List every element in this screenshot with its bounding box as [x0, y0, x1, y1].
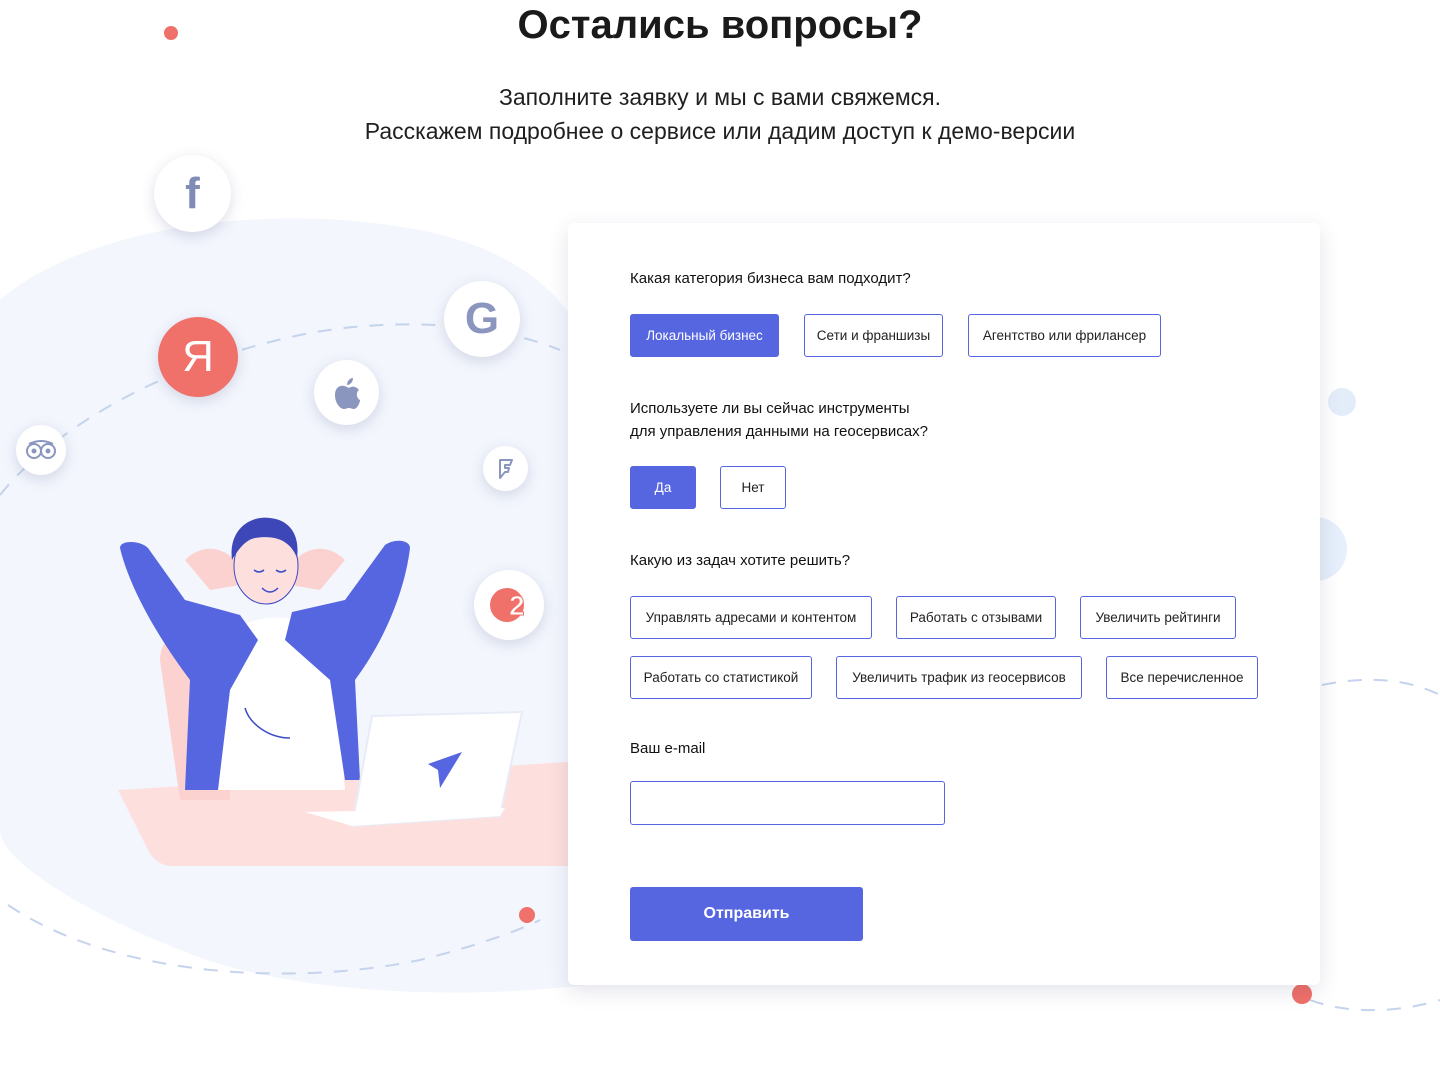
yandex-glyph: Я: [182, 332, 214, 381]
option-chains-franchises[interactable]: Сети и франшизы: [804, 314, 943, 357]
option-increase-geo-traffic[interactable]: Увеличить трафик из геосервисов: [836, 656, 1082, 699]
facebook-icon: f: [154, 155, 231, 232]
svg-text:2: 2: [509, 590, 525, 621]
google-glyph: G: [464, 294, 500, 343]
decor-circle-right-small: [1328, 388, 1356, 416]
option-increase-ratings[interactable]: Увеличить рейтинги: [1080, 596, 1236, 639]
foursquare-icon: [483, 446, 528, 491]
option-all-of-the-above[interactable]: Все перечисленное: [1106, 656, 1258, 699]
subtitle-line-1: Заполните заявку и мы с вами свяжемся.: [499, 84, 941, 110]
email-label: Ваш e-mail: [630, 740, 706, 757]
option-work-with-reviews[interactable]: Работать с отзывами: [896, 596, 1056, 639]
option-manage-addresses[interactable]: Управлять адресами и контентом: [630, 596, 872, 639]
apple-icon: [314, 360, 379, 425]
google-icon: G: [444, 281, 520, 357]
decor-dot-bottom: [519, 907, 535, 923]
dashed-orbit-right: [1321, 678, 1440, 696]
twogis-glyph: 2: [490, 588, 525, 622]
tripadvisor-glyph: [26, 440, 56, 459]
option-agency-freelancer[interactable]: Агентство или фрилансер: [968, 314, 1161, 357]
option-local-business[interactable]: Локальный бизнес: [630, 314, 779, 357]
apple-glyph: [334, 377, 360, 409]
subtitle-line-2: Расскажем подробнее о сервисе или дадим …: [364, 118, 1076, 144]
option-yes[interactable]: Да: [630, 466, 696, 509]
option-no[interactable]: Нет: [720, 466, 786, 509]
geo-tools-question-label: Используете ли вы сейчас инструменты для…: [630, 397, 928, 443]
geo-tools-question-line-2: для управления данными на геосервисах?: [630, 423, 928, 440]
request-form: Какая категория бизнеса вам подходит? Ло…: [568, 223, 1320, 985]
page-title: Остались вопросы?: [517, 3, 923, 47]
twogis-icon: 2: [474, 570, 544, 640]
facebook-glyph: f: [185, 168, 200, 218]
business-category-label: Какая категория бизнеса вам подходит?: [630, 270, 911, 287]
geo-tools-question-line-1: Используете ли вы сейчас инструменты: [630, 400, 910, 417]
foursquare-glyph: [498, 458, 513, 479]
page-subtitle: Заполните заявку и мы с вами свяжемся. Р…: [0, 80, 1440, 148]
tripadvisor-icon: [16, 425, 66, 475]
yandex-icon: Я: [158, 317, 238, 397]
submit-button[interactable]: Отправить: [630, 887, 863, 941]
option-work-with-statistics[interactable]: Работать со статистикой: [630, 656, 812, 699]
decor-dot-right: [1292, 984, 1312, 1004]
dashed-orbit-right-bottom: [1309, 999, 1440, 1012]
tasks-question-label: Какую из задач хотите решить?: [630, 552, 851, 569]
email-field[interactable]: [630, 781, 945, 825]
